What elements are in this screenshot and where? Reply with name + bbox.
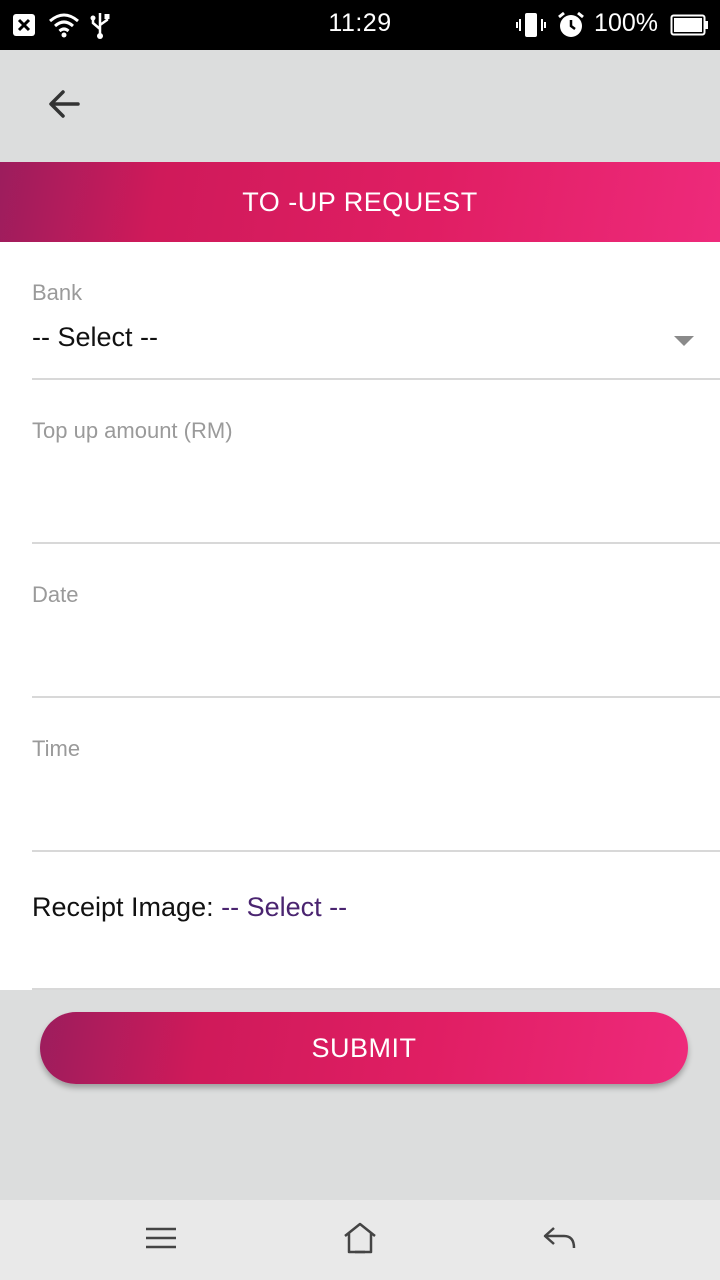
battery-icon xyxy=(670,10,710,40)
system-nav-bar xyxy=(0,1200,720,1280)
submit-button[interactable]: SUBMIT xyxy=(40,1012,688,1084)
app-bar xyxy=(0,50,720,162)
time-field[interactable]: Time xyxy=(32,698,720,852)
bank-select-value: -- Select -- xyxy=(32,322,159,352)
divider xyxy=(32,988,720,990)
status-bar: 11:29 100% xyxy=(0,0,720,50)
topup-form: Bank -- Select -- Top up amount (RM) Dat… xyxy=(0,242,720,990)
alarm-icon xyxy=(556,10,586,40)
receipt-image-label: Receipt Image: xyxy=(32,892,214,922)
date-label: Date xyxy=(32,582,79,607)
home-button[interactable] xyxy=(340,1220,380,1260)
vibrate-icon xyxy=(516,10,546,40)
amount-field[interactable]: Top up amount (RM) xyxy=(32,380,720,544)
time-label: Time xyxy=(32,736,81,761)
date-field[interactable]: Date xyxy=(32,544,720,698)
nav-back-button[interactable] xyxy=(540,1220,580,1260)
dropdown-arrow-icon xyxy=(674,336,694,346)
bank-select[interactable]: Bank -- Select -- xyxy=(32,242,720,380)
back-icon xyxy=(542,1224,578,1257)
arrow-left-icon xyxy=(46,86,82,127)
page-title: TO -UP REQUEST xyxy=(242,186,478,217)
submit-label: SUBMIT xyxy=(311,1032,417,1063)
menu-button[interactable] xyxy=(141,1220,181,1260)
battery-percent: 100% xyxy=(594,9,658,37)
receipt-image-select[interactable]: -- Select -- xyxy=(221,892,347,922)
home-icon xyxy=(342,1221,378,1260)
amount-label: Top up amount (RM) xyxy=(32,418,233,443)
back-button[interactable] xyxy=(40,82,88,130)
bank-label: Bank xyxy=(32,280,83,305)
receipt-image-row: Receipt Image: -- Select -- xyxy=(32,892,347,923)
title-banner: TO -UP REQUEST xyxy=(0,162,720,242)
menu-icon xyxy=(143,1224,179,1257)
